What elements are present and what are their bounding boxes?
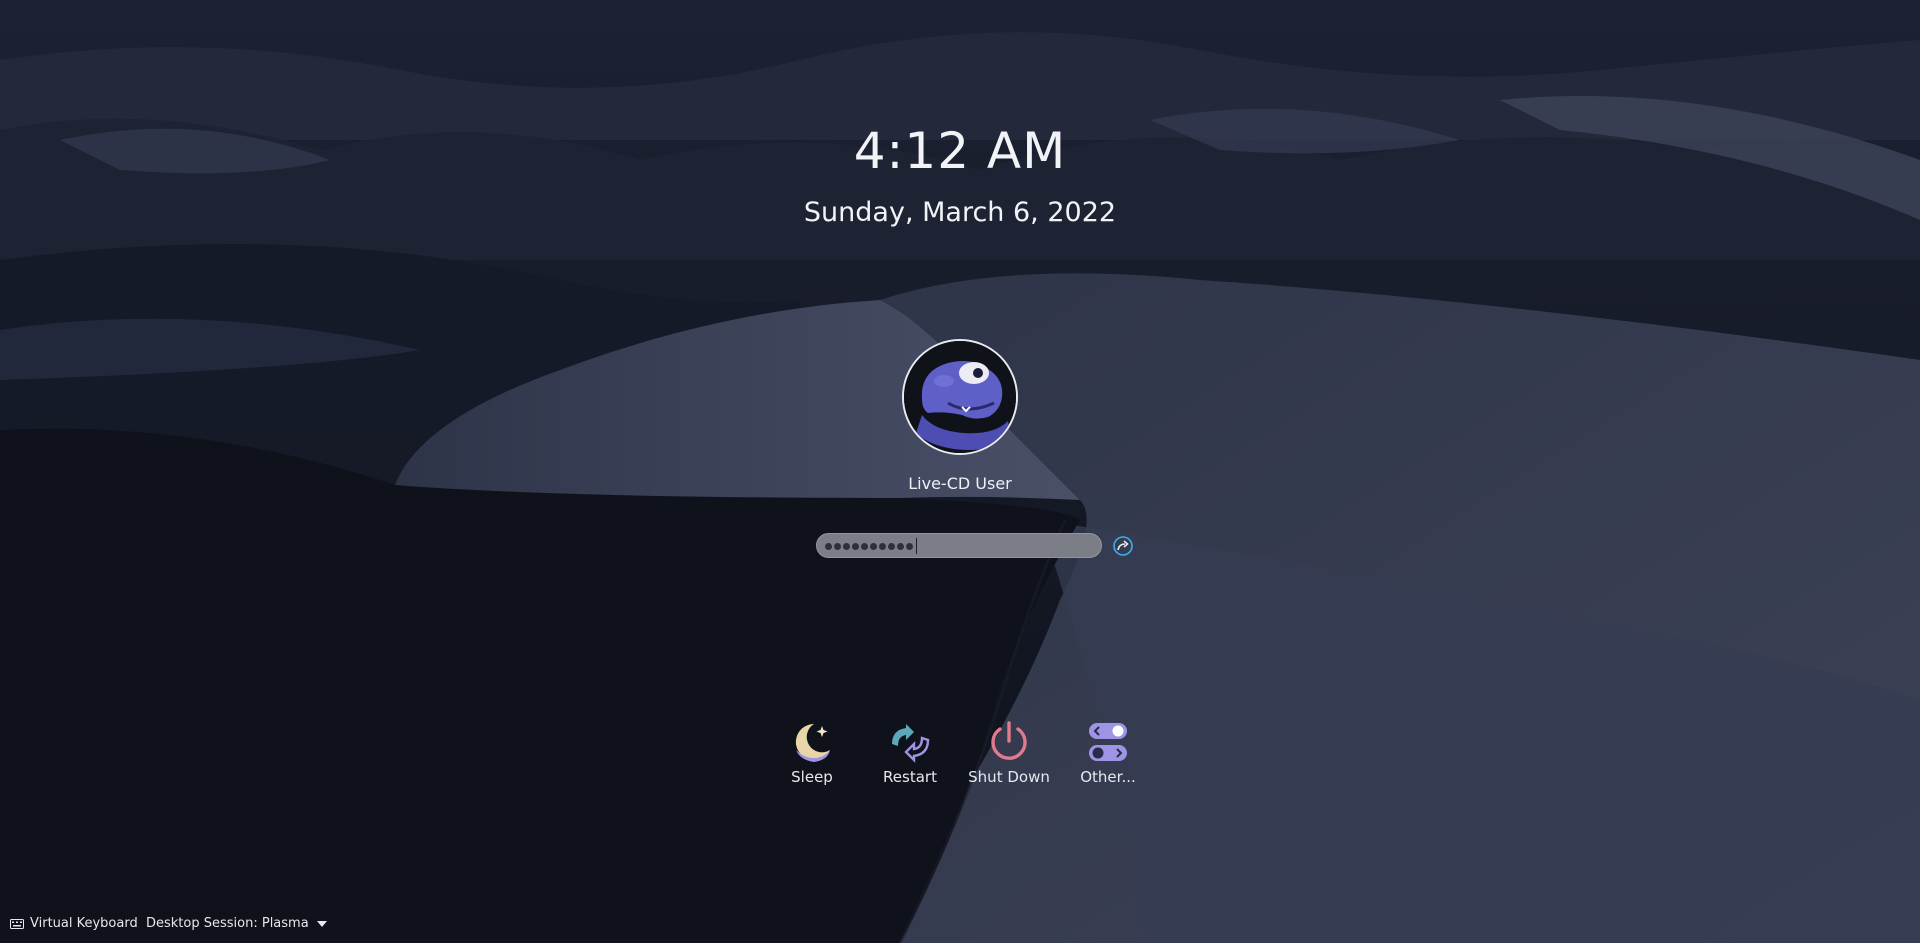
restart-icon	[892, 724, 930, 763]
user-avatar[interactable]	[902, 339, 1018, 455]
password-dot	[825, 542, 832, 550]
password-dot	[879, 542, 886, 550]
password-dot	[906, 542, 913, 550]
clock-time: 4:12 AM	[853, 122, 1067, 180]
password-dot	[897, 542, 904, 550]
password-input[interactable]	[816, 533, 1102, 558]
moon-icon	[795, 723, 830, 762]
text-caret	[916, 538, 917, 554]
keyboard-icon	[10, 919, 24, 929]
login-button[interactable]	[1112, 535, 1134, 557]
power-icon	[991, 721, 1027, 760]
chevron-down-icon	[316, 921, 327, 927]
shutdown-label: Shut Down	[968, 768, 1050, 786]
password-dot	[861, 542, 868, 550]
session-label: Desktop Session: Plasma	[146, 916, 309, 931]
password-dot	[843, 542, 850, 550]
virtual-keyboard-label: Virtual Keyboard	[30, 916, 138, 931]
password-mask	[825, 537, 917, 555]
password-dot	[870, 542, 877, 550]
lock-screen: 4:12 AM Sunday, March 6, 2022 Live-CD Us…	[0, 0, 1920, 943]
virtual-keyboard-button[interactable]: Virtual Keyboard	[10, 914, 138, 934]
bottom-bar: Virtual Keyboard Desktop Session: Plasma	[0, 914, 1920, 934]
restart-button[interactable]: Restart	[862, 720, 958, 800]
password-dot	[834, 542, 841, 550]
shutdown-button[interactable]: Shut Down	[961, 720, 1057, 800]
password-dot	[852, 542, 859, 550]
session-selector[interactable]: Desktop Session: Plasma	[146, 914, 327, 934]
other-label: Other...	[1080, 768, 1136, 786]
switch-toggle-icon	[1089, 723, 1127, 761]
sleep-button[interactable]: Sleep	[764, 720, 860, 800]
user-name: Live-CD User	[908, 474, 1012, 493]
chameleon-mascot-avatar	[904, 341, 1016, 453]
login-arrow-icon	[1113, 536, 1133, 556]
restart-label: Restart	[883, 768, 937, 786]
clock-date: Sunday, March 6, 2022	[803, 197, 1117, 228]
other-button[interactable]: Other...	[1060, 720, 1156, 800]
password-dot	[888, 542, 895, 550]
sleep-label: Sleep	[791, 768, 833, 786]
